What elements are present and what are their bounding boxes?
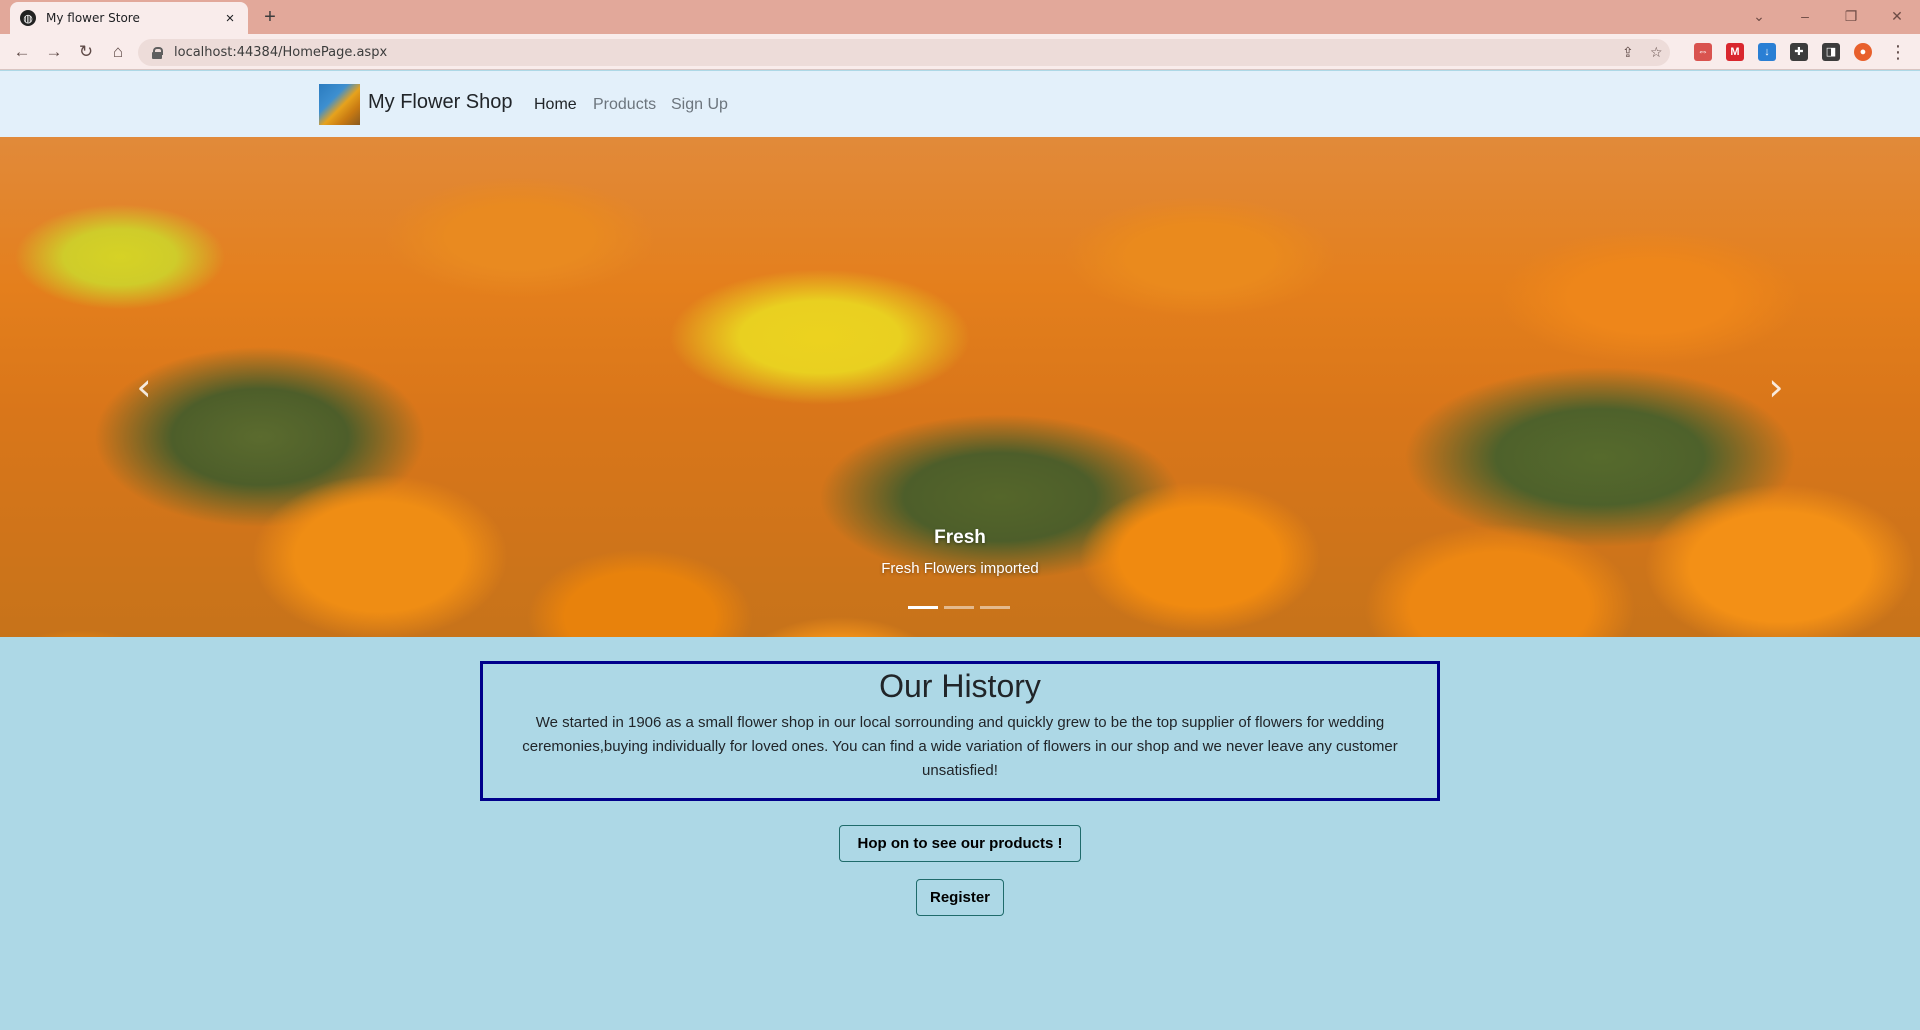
mega-extension-icon[interactable]: M xyxy=(1726,43,1744,61)
register-button[interactable]: Register xyxy=(916,879,1004,916)
carousel-indicators xyxy=(908,606,1010,609)
puzzle-extension-icon[interactable]: ✚ xyxy=(1790,43,1808,61)
site-navbar: My Flower Shop Home Products Sign Up xyxy=(0,71,1920,137)
tab-title: My flower Store xyxy=(46,11,140,25)
history-body: We started in 1906 as a small flower sho… xyxy=(522,714,1398,779)
pin-extension-icon[interactable]: ⇔ xyxy=(1694,43,1712,61)
download-extension-icon[interactable]: ↓ xyxy=(1758,43,1776,61)
share-icon[interactable]: ⇪ xyxy=(1622,39,1634,66)
tab-search-icon[interactable]: ⌄ xyxy=(1744,4,1774,28)
history-section: Our History We started in 1906 as a smal… xyxy=(480,661,1440,801)
profile-avatar-icon[interactable]: ● xyxy=(1854,43,1872,61)
see-products-button[interactable]: Hop on to see our products ! xyxy=(839,825,1081,862)
restore-button[interactable]: ❐ xyxy=(1836,4,1866,28)
new-tab-button[interactable]: + xyxy=(258,5,282,29)
tab-close-icon[interactable]: × xyxy=(222,10,238,27)
brand-logo[interactable] xyxy=(319,84,360,125)
globe-icon: ◍ xyxy=(20,10,36,26)
nav-link-sign-up[interactable]: Sign Up xyxy=(671,96,728,114)
window-close-button[interactable]: ✕ xyxy=(1882,4,1912,28)
lock-icon[interactable] xyxy=(152,46,163,59)
browser-toolbar: ← → ↻ ⌂ localhost:44384/HomePage.aspx ⇪ … xyxy=(0,34,1920,70)
carousel-indicator[interactable] xyxy=(980,606,1010,609)
carousel-indicator[interactable] xyxy=(908,606,938,609)
browser-menu-icon[interactable]: ⋮ xyxy=(1886,40,1910,64)
carousel-indicator[interactable] xyxy=(944,606,974,609)
carousel-prev-icon[interactable]: ‹ xyxy=(124,367,164,407)
bookmark-star-icon[interactable]: ☆ xyxy=(1650,39,1663,66)
back-icon[interactable]: ← xyxy=(10,40,34,64)
history-heading: Our History xyxy=(879,668,1041,704)
reload-icon[interactable]: ↻ xyxy=(74,40,98,64)
nav-link-home[interactable]: Home xyxy=(534,96,577,114)
address-url[interactable]: localhost:44384/HomePage.aspx xyxy=(174,45,387,60)
browser-tab[interactable]: ◍ My flower Store × xyxy=(10,2,248,34)
address-bar[interactable]: localhost:44384/HomePage.aspx ⇪ ☆ xyxy=(138,39,1670,66)
sidepanel-extension-icon[interactable]: ◨ xyxy=(1822,43,1840,61)
forward-icon[interactable]: → xyxy=(42,40,66,64)
brand-name[interactable]: My Flower Shop xyxy=(368,91,513,114)
hero-carousel: ‹ › Fresh Fresh Flowers imported xyxy=(0,137,1920,637)
minimize-button[interactable]: – xyxy=(1790,4,1820,28)
carousel-caption-title: Fresh xyxy=(934,527,986,548)
home-icon[interactable]: ⌂ xyxy=(106,40,130,64)
nav-link-products[interactable]: Products xyxy=(593,96,656,114)
carousel-next-icon[interactable]: › xyxy=(1756,367,1796,407)
browser-tabstrip: ◍ My flower Store × + ⌄ – ❐ ✕ xyxy=(0,0,1920,34)
carousel-caption-text: Fresh Flowers imported xyxy=(881,560,1039,577)
